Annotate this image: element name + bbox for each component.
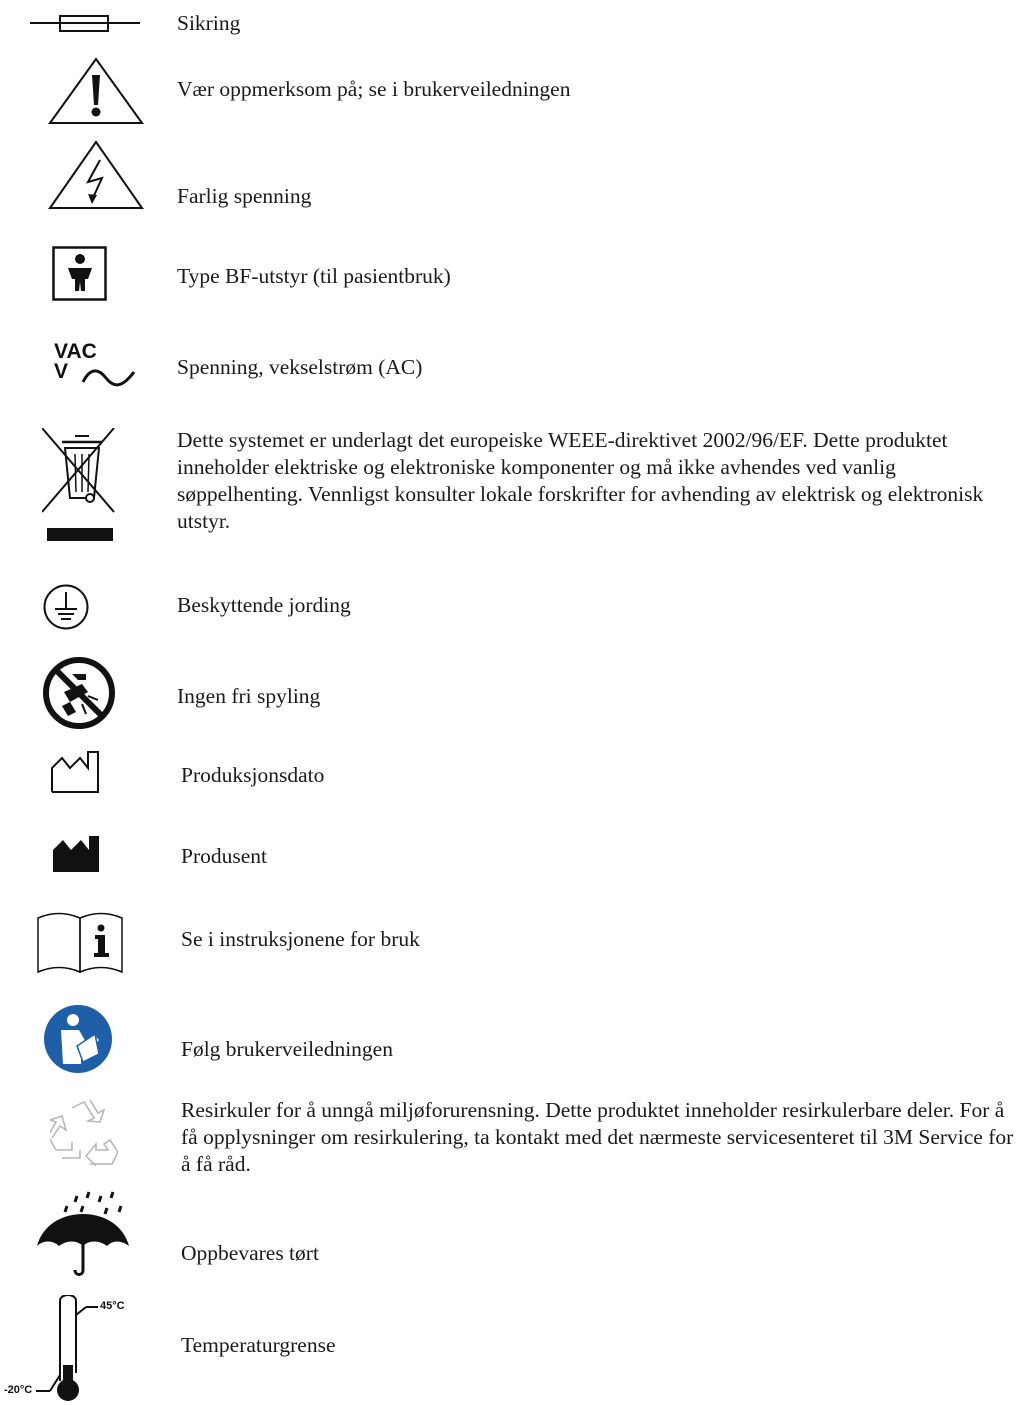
follow-manual-icon bbox=[44, 1005, 112, 1073]
type-bf-icon bbox=[52, 246, 107, 301]
symbol-label: Se i instruksjonene for bruk bbox=[181, 927, 420, 951]
ac-voltage-icon: VAC V bbox=[54, 340, 144, 402]
symbol-label: Oppbevares tørt bbox=[181, 1241, 319, 1265]
temperature-high-label: 45°C bbox=[100, 1300, 125, 1312]
symbol-label: Vær oppmerksom på; se i brukerveiledning… bbox=[177, 77, 571, 101]
symbol-label: Farlig spenning bbox=[177, 184, 312, 208]
instructions-icon bbox=[37, 912, 123, 974]
symbol-label: Type BF-utstyr (til pasientbruk) bbox=[177, 264, 451, 288]
keep-dry-icon bbox=[37, 1191, 129, 1276]
manufacturer-icon bbox=[53, 836, 99, 872]
no-free-rinsing-icon bbox=[43, 657, 115, 729]
weee-icon bbox=[42, 428, 115, 541]
symbol-label: Følg brukerveiledningen bbox=[181, 1037, 393, 1061]
fuse-icon bbox=[30, 15, 140, 32]
protective-earth-icon bbox=[43, 584, 89, 630]
caution-icon bbox=[48, 57, 144, 124]
recycle-icon bbox=[50, 1100, 118, 1166]
symbol-label: Beskyttende jording bbox=[177, 593, 351, 617]
symbol-label: Resirkuler for å unngå miljøforurensning… bbox=[181, 1098, 1014, 1176]
temperature-low-label: -20°C bbox=[4, 1384, 33, 1396]
symbol-label: Spenning, vekselstrøm (AC) bbox=[177, 355, 423, 379]
temperature-limit-icon: 45°C -20°C bbox=[0, 1295, 140, 1405]
symbol-label: Produsent bbox=[181, 844, 267, 868]
symbol-label: Produksjonsdato bbox=[181, 763, 325, 787]
symbol-label: Sikring bbox=[177, 11, 241, 35]
dangerous-voltage-icon bbox=[48, 140, 144, 209]
symbol-label: Ingen fri spyling bbox=[177, 684, 321, 708]
vac-text: VAC bbox=[54, 340, 97, 363]
symbol-label: Temperaturgrense bbox=[181, 1333, 336, 1357]
manufacture-date-icon bbox=[51, 751, 99, 793]
v-text: V bbox=[54, 360, 69, 383]
symbol-label: Dette systemet er underlagt det europeis… bbox=[177, 428, 984, 533]
sine-wave-icon bbox=[81, 369, 136, 387]
